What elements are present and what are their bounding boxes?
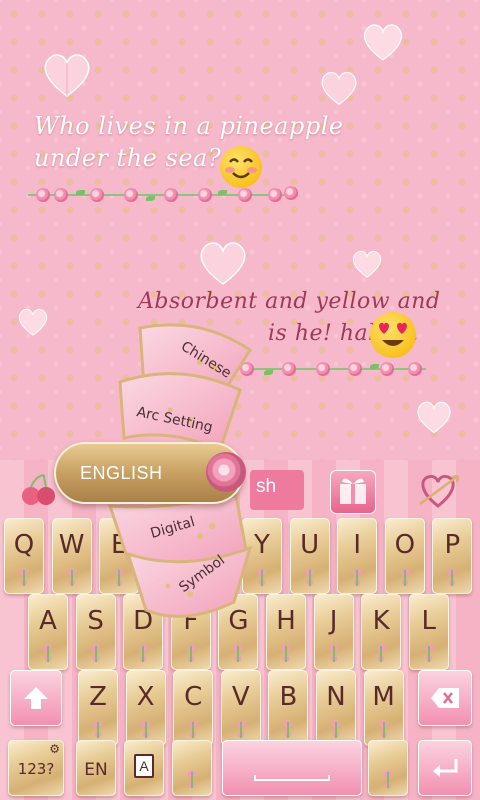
key-j[interactable]: J xyxy=(313,594,354,670)
key-i[interactable]: I xyxy=(337,518,378,594)
rose-key-decoration xyxy=(373,642,390,664)
backspace-icon xyxy=(431,688,459,708)
rose-icon xyxy=(206,452,246,492)
key-c[interactable]: C xyxy=(173,670,214,746)
paper-heart-decoration xyxy=(350,248,384,280)
rose-key-decoration xyxy=(232,718,249,740)
enter-arrow-icon xyxy=(433,759,458,777)
period-key[interactable] xyxy=(368,740,408,796)
key-o[interactable]: O xyxy=(384,518,425,594)
clipboard-key[interactable]: A xyxy=(124,740,164,796)
clipboard-icon-letter: A xyxy=(139,758,149,774)
heart-eyes-emoji-icon xyxy=(370,312,416,358)
rose-key-decoration xyxy=(185,718,202,740)
comma-key[interactable] xyxy=(172,740,212,796)
enter-key[interactable] xyxy=(418,740,472,796)
shift-arrow-icon xyxy=(24,687,48,709)
gift-icon xyxy=(340,478,366,504)
settings-gear-icon: ⚙ xyxy=(49,742,60,756)
key-p[interactable]: P xyxy=(432,518,473,594)
smiling-face-emoji-icon xyxy=(220,146,262,188)
english-label: ENGLISH xyxy=(80,462,163,483)
rose-key-decoration xyxy=(137,718,154,740)
rose-key-decoration xyxy=(90,718,106,740)
rose-key-decoration xyxy=(349,566,366,588)
quote-1-line-1: Who lives in a pineapple xyxy=(34,112,344,140)
rose-key-decoration xyxy=(325,642,342,664)
backspace-key[interactable] xyxy=(418,670,472,726)
theme-gift-button[interactable] xyxy=(330,470,376,514)
key-m[interactable]: M xyxy=(363,670,404,746)
key-l[interactable]: L xyxy=(408,594,449,670)
key-q[interactable]: Q xyxy=(4,518,44,594)
language-key-label: EN xyxy=(84,760,108,780)
space-bar-icon xyxy=(254,775,330,781)
key-x[interactable]: X xyxy=(125,670,166,746)
paper-heart-decoration xyxy=(40,50,94,100)
rose-key-decoration xyxy=(301,566,318,588)
paper-heart-decoration xyxy=(196,238,250,288)
chat-quote-1: Who lives in a pineapple under the sea? xyxy=(34,110,374,174)
rose-vine-decoration xyxy=(28,186,298,204)
numbers-key[interactable]: 123? ⚙ xyxy=(8,740,64,796)
clipboard-icon: A xyxy=(134,754,154,778)
rose-key-decoration xyxy=(444,566,461,588)
paper-heart-decoration xyxy=(360,20,406,64)
rose-key-decoration xyxy=(328,718,344,740)
key-n[interactable]: N xyxy=(316,670,356,746)
quote-1-line-2: under the sea? xyxy=(34,144,222,172)
rose-key-decoration xyxy=(396,566,413,588)
rose-key-decoration xyxy=(16,566,32,588)
space-key[interactable] xyxy=(222,740,362,796)
heart-arrow-button[interactable] xyxy=(416,470,462,510)
rose-key-decoration xyxy=(420,642,437,664)
key-v[interactable]: V xyxy=(220,670,261,746)
language-key[interactable]: EN xyxy=(76,740,116,796)
heart-arrow-icon xyxy=(419,474,460,508)
paper-heart-decoration xyxy=(318,68,360,108)
rose-key-decoration xyxy=(375,718,392,740)
key-b[interactable]: B xyxy=(268,670,309,746)
shift-key[interactable] xyxy=(10,670,62,726)
key-k[interactable]: K xyxy=(361,594,402,670)
rose-key-decoration xyxy=(280,718,297,740)
key-u[interactable]: U xyxy=(289,518,330,594)
key-z[interactable]: Z xyxy=(78,670,118,746)
paper-heart-decoration xyxy=(414,398,454,436)
paper-heart-decoration xyxy=(16,306,50,338)
numbers-key-label: 123? xyxy=(17,760,55,778)
